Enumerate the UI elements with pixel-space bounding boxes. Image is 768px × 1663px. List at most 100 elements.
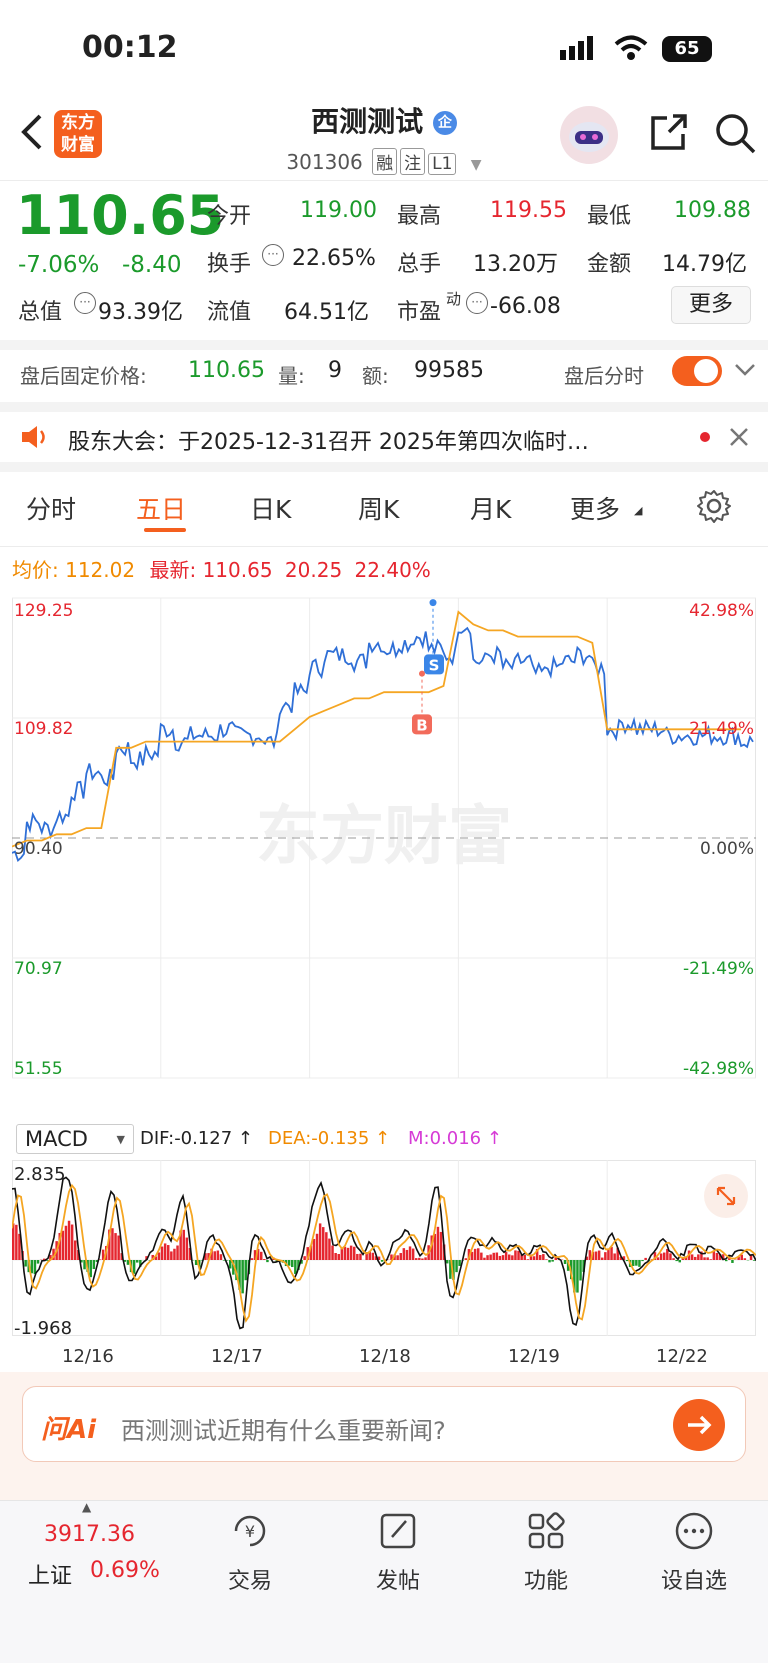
- macd-m: M:0.016 ↑: [408, 1128, 502, 1149]
- macd-bar: [24, 1260, 27, 1267]
- macd-bar: [371, 1252, 375, 1260]
- macd-bar: [501, 1255, 505, 1260]
- index-pct[interactable]: 0.69%: [90, 1558, 160, 1583]
- after-hours-vol-label: 量:: [278, 364, 305, 388]
- tab-intraday[interactable]: 分时: [26, 490, 76, 526]
- macd-selector[interactable]: MACD ▼: [16, 1124, 134, 1154]
- macd-bar: [176, 1245, 179, 1260]
- macd-bar: [473, 1248, 477, 1260]
- pe-label: 市盈: [397, 300, 442, 325]
- expand-icon[interactable]: [704, 1174, 748, 1218]
- macd-selector-label: MACD: [25, 1127, 88, 1151]
- search-icon[interactable]: [714, 112, 758, 160]
- macd-chart[interactable]: [12, 1160, 756, 1340]
- after-hours-amt-label: 额:: [362, 364, 389, 388]
- macd-bar: [551, 1260, 554, 1262]
- nav-trade[interactable]: ¥ 交易: [190, 1505, 310, 1595]
- wifi-icon: [614, 35, 648, 65]
- macd-bar: [663, 1252, 666, 1260]
- macd-bar: [167, 1245, 170, 1260]
- macd-bar: [263, 1259, 266, 1260]
- macd-bar: [216, 1250, 220, 1260]
- arrow-right-icon[interactable]: [673, 1399, 725, 1451]
- toggle-knob: [694, 359, 718, 383]
- macd-bar: [743, 1258, 747, 1260]
- close-icon[interactable]: [728, 426, 750, 452]
- nav-add-watchlist[interactable]: 设自选: [634, 1505, 754, 1595]
- info-dots-icon[interactable]: ···: [466, 292, 488, 314]
- y-axis-label-right: 0.00%: [700, 839, 754, 859]
- info-dots-icon[interactable]: ···: [74, 292, 96, 314]
- macd-bar: [337, 1254, 340, 1260]
- macd-bar: [526, 1259, 530, 1260]
- ai-search-bar[interactable]: 问Ai 西测测试近期有什么重要新闻?: [22, 1386, 746, 1462]
- chart-watermark: 东方财富: [256, 800, 512, 874]
- macd-bar: [157, 1252, 161, 1260]
- change-percent: -7.06%: [18, 252, 100, 278]
- notice-text[interactable]: 股东大会：于2025-12-31召开 2025年第四次临时…: [68, 424, 589, 456]
- grid-icon: [528, 1512, 565, 1549]
- macd-bar: [241, 1260, 244, 1294]
- ai-robot-avatar[interactable]: [560, 106, 618, 164]
- share-icon[interactable]: [647, 112, 689, 158]
- price-chart[interactable]: 东方财富 S B 129.25 109.82 90.40 70.97 51.55 42.98…: [12, 588, 756, 1118]
- macd-bar: [303, 1256, 306, 1260]
- tab-daily-k[interactable]: 日K: [250, 490, 291, 526]
- tab-monthly-k[interactable]: 月K: [470, 490, 511, 526]
- macd-bar: [607, 1248, 610, 1260]
- date-label: 12/22: [656, 1346, 708, 1367]
- after-hours-toggle[interactable]: [672, 356, 722, 386]
- total-value: 93.39亿: [98, 300, 183, 325]
- after-hours-vol: 9: [328, 358, 342, 383]
- pe-superscript: 动: [446, 290, 462, 308]
- macd-bar: [359, 1253, 362, 1260]
- stock-code: 301306: [286, 150, 363, 174]
- y-axis-label-right: 42.98%: [689, 601, 754, 621]
- macd-bar: [74, 1240, 77, 1260]
- macd-bar: [675, 1260, 678, 1262]
- tab-weekly-k[interactable]: 周K: [358, 490, 399, 526]
- macd-bar: [343, 1246, 347, 1260]
- volume-value: 13.20万: [473, 252, 558, 277]
- macd-bar: [260, 1251, 263, 1260]
- macd-bar: [678, 1260, 681, 1263]
- y-axis-label-right: -21.49%: [683, 959, 754, 979]
- tab-more[interactable]: 更多: [570, 490, 620, 526]
- macd-bar: [613, 1253, 616, 1260]
- macd-bar: [489, 1254, 492, 1260]
- macd-bar: [576, 1260, 579, 1293]
- macd-bar: [504, 1252, 508, 1260]
- info-dots-icon[interactable]: ···: [262, 244, 284, 266]
- macd-bar: [160, 1246, 164, 1260]
- date-label: 12/16: [62, 1346, 114, 1367]
- turnover-value: 22.65%: [292, 246, 376, 271]
- macd-bar: [635, 1260, 638, 1266]
- nav-function-label: 功能: [523, 1569, 568, 1594]
- last-price: 110.65: [16, 184, 225, 247]
- settings-gear-icon[interactable]: [696, 488, 732, 528]
- nav-function[interactable]: 功能: [486, 1505, 606, 1595]
- open-value: 119.00: [300, 198, 377, 223]
- index-value[interactable]: 3917.36: [44, 1522, 135, 1547]
- macd-bar: [92, 1260, 96, 1270]
- index-name[interactable]: 上证: [28, 1558, 72, 1590]
- macd-dif: DIF:-0.127 ↑: [140, 1128, 254, 1149]
- macd-bar: [182, 1229, 185, 1260]
- more-button[interactable]: 更多: [671, 286, 751, 324]
- macd-bar: [331, 1245, 334, 1260]
- macd-bar: [601, 1257, 604, 1260]
- macd-bar: [163, 1243, 167, 1260]
- macd-bar: [706, 1257, 709, 1260]
- nav-post[interactable]: 发帖: [338, 1505, 458, 1595]
- after-hours-price: 110.65: [188, 358, 265, 383]
- high-label: 最高: [397, 204, 442, 229]
- chevron-down-icon[interactable]: [734, 362, 756, 382]
- battery-icon: 65: [662, 36, 712, 62]
- macd-bar: [545, 1259, 548, 1260]
- dropdown-icon[interactable]: ▼: [471, 157, 482, 173]
- macd-top-value: 2.835: [14, 1164, 66, 1185]
- tab-five-day[interactable]: 五日: [136, 490, 186, 526]
- y-axis-label-left: 90.40: [14, 839, 63, 859]
- avg-label: 均价:: [12, 558, 59, 582]
- macd-bar: [402, 1248, 406, 1260]
